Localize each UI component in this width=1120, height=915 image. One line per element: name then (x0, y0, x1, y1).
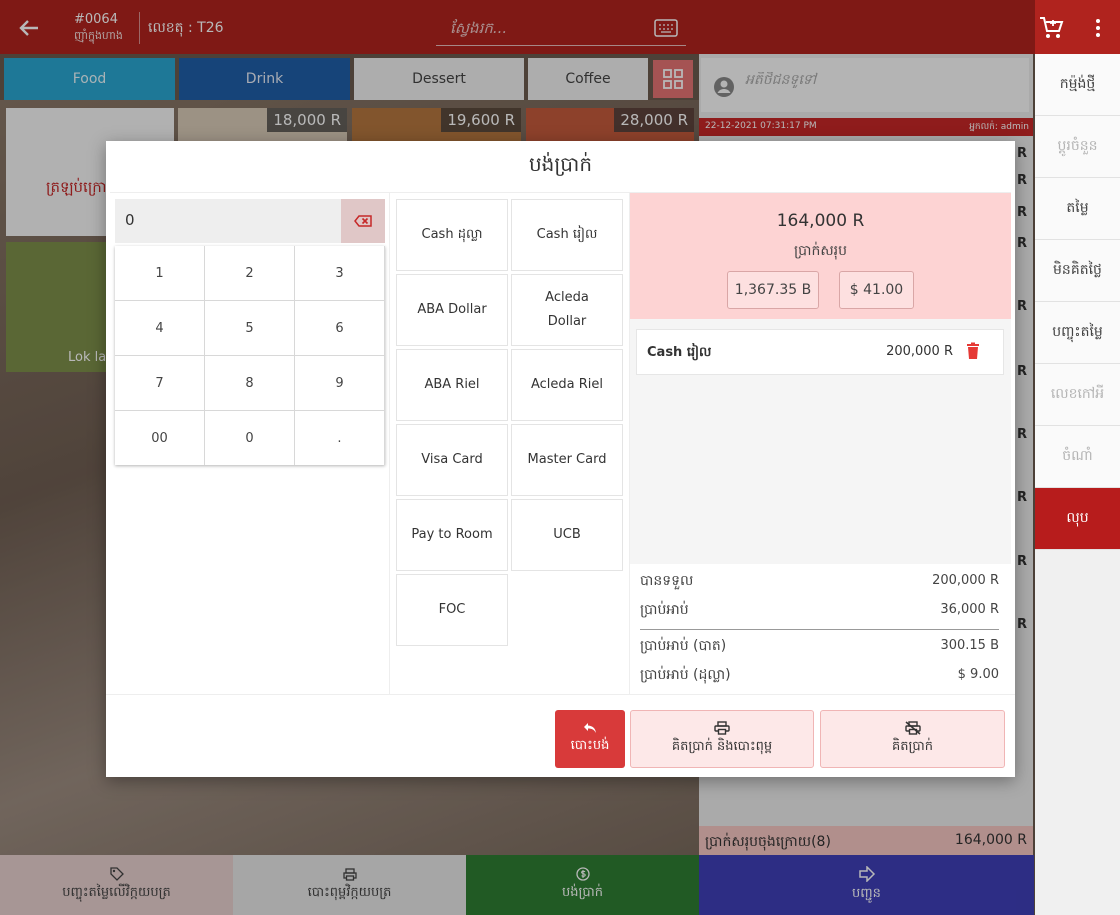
change-value: 36,000 R (940, 602, 999, 617)
undo-arrow-icon (584, 723, 596, 733)
no-print-icon (904, 721, 921, 735)
numpad-key[interactable]: 2 (205, 246, 294, 300)
payment-method-ucb[interactable]: UCB (511, 499, 623, 571)
side-item-change-qty[interactable]: ប្តូរចំនួន (1035, 116, 1120, 178)
numpad-panel: 1 2 3 4 5 6 7 8 9 00 0 . (110, 193, 390, 695)
pay-and-print-label: គិតប្រាក់ និងបោះពុម្ព (671, 739, 773, 754)
numpad-key[interactable]: 00 (115, 411, 204, 465)
side-item-seat-no[interactable]: លេខកៅអី (1035, 364, 1120, 426)
more-options-icon[interactable] (1092, 16, 1104, 40)
dialog-body: 1 2 3 4 5 6 7 8 9 00 0 . Cash ដុល្លា Cas… (110, 192, 1011, 695)
side-item-new-order[interactable]: កម្ម៉ង់ថ្មី (1035, 54, 1120, 116)
payment-method-acleda-riel[interactable]: Acleda Riel (511, 349, 623, 421)
side-item-discount[interactable]: បញ្ចុះតម្លៃ (1035, 302, 1120, 364)
side-item-note[interactable]: ចំណាំ (1035, 426, 1120, 488)
total-amount: 164,000 R (776, 211, 865, 231)
amount-input[interactable] (125, 211, 325, 229)
change-usd-label: ប្រាប់អាប់ (ដុល្លា) (640, 667, 731, 683)
payment-method-foc[interactable]: FOC (396, 574, 508, 646)
numpad-key[interactable]: 7 (115, 356, 204, 410)
numpad-key[interactable]: 8 (205, 356, 294, 410)
pay-without-print-button[interactable]: គិតប្រាក់ (820, 710, 1005, 768)
numpad-key[interactable]: 9 (295, 356, 384, 410)
payment-method-aba-riel[interactable]: ABA Riel (396, 349, 508, 421)
change-line: ប្រាប់អាប់ 36,000 R (640, 598, 999, 627)
payment-method-cash-riel[interactable]: Cash រៀល (511, 199, 623, 271)
payment-method-master-card[interactable]: Master Card (511, 424, 623, 496)
amount-display (115, 199, 385, 243)
summary-divider (640, 629, 999, 630)
payment-row-method: Cash រៀល (647, 345, 712, 360)
received-value: 200,000 R (932, 573, 999, 588)
payment-methods-panel: Cash ដុល្លា Cash រៀល ABA Dollar Acleda D… (390, 193, 630, 695)
payment-method-aba-dollar[interactable]: ABA Dollar (396, 274, 508, 346)
dialog-footer: បោះបង់ គិតប្រាក់ និងបោះពុម្ព គិតប្រាក់ (106, 694, 1015, 777)
payment-row: Cash រៀល 200,000 R (636, 329, 1004, 375)
pay-without-print-label: គិតប្រាក់ (891, 739, 933, 754)
numpad-key[interactable]: 3 (295, 246, 384, 300)
numpad-key[interactable]: . (295, 411, 384, 465)
change-label: ប្រាប់អាប់ (640, 602, 689, 618)
numpad-key[interactable]: 0 (205, 411, 294, 465)
change-baht-line: ប្រាប់អាប់ (បាត) 300.15 B (640, 634, 999, 663)
side-menu: កម្ម៉ង់ថ្មី ប្តូរចំនួន តម្លៃ មិនគិតថ្លៃ … (1035, 54, 1120, 915)
received-line: បានទទួល 200,000 R (640, 569, 999, 598)
side-item-delete[interactable]: លុប (1035, 488, 1120, 550)
cancel-button[interactable]: បោះបង់ (555, 710, 625, 768)
change-usd-line: ប្រាប់អាប់ (ដុល្លា) $ 9.00 (640, 663, 999, 692)
summary-lines: បានទទួល 200,000 R ប្រាប់អាប់ 36,000 R ប្… (640, 569, 999, 692)
numpad-key[interactable]: 1 (115, 246, 204, 300)
received-label: បានទទួល (640, 573, 694, 589)
payment-method-visa-card[interactable]: Visa Card (396, 424, 508, 496)
total-label: ប្រាក់សរុប (793, 243, 848, 259)
payment-summary: 164,000 R ប្រាក់សរុប 1,367.35 B $ 41.00 … (630, 193, 1011, 695)
side-item-price[interactable]: តម្លៃ (1035, 178, 1120, 240)
printer-icon (714, 721, 730, 735)
change-usd-value: $ 9.00 (957, 667, 999, 682)
change-baht-label: ប្រាប់អាប់ (បាត) (640, 638, 727, 654)
pay-and-print-button[interactable]: គិតប្រាក់ និងបោះពុម្ព (630, 710, 814, 768)
total-usd-badge: $ 41.00 (839, 271, 914, 309)
payment-method-acleda-dollar[interactable]: Acleda Dollar (511, 274, 623, 346)
total-baht-badge: 1,367.35 B (727, 271, 819, 309)
numpad-key[interactable]: 6 (295, 301, 384, 355)
add-to-cart-icon[interactable] (1037, 14, 1065, 42)
numpad-key[interactable]: 4 (115, 301, 204, 355)
side-item-free[interactable]: មិនគិតថ្លៃ (1035, 240, 1120, 302)
dialog-title: បង់ប្រាក់ (528, 152, 593, 176)
total-box: 164,000 R ប្រាក់សរុប 1,367.35 B $ 41.00 (630, 193, 1011, 319)
cancel-label: បោះបង់ (570, 738, 610, 753)
numpad-keys: 1 2 3 4 5 6 7 8 9 00 0 . (115, 246, 385, 465)
payment-dialog: បង់ប្រាក់ 1 2 3 4 5 6 7 8 9 00 0 (106, 141, 1015, 777)
payment-row-amount: 200,000 R (886, 344, 953, 359)
payment-method-cash-dollar[interactable]: Cash ដុល្លា (396, 199, 508, 271)
backspace-icon[interactable] (341, 199, 385, 243)
numpad-key[interactable]: 5 (205, 301, 294, 355)
payment-list: Cash រៀល 200,000 R (630, 319, 1011, 564)
change-baht-value: 300.15 B (940, 638, 999, 653)
trash-icon[interactable] (965, 342, 981, 360)
payment-method-pay-to-room[interactable]: Pay to Room (396, 499, 508, 571)
